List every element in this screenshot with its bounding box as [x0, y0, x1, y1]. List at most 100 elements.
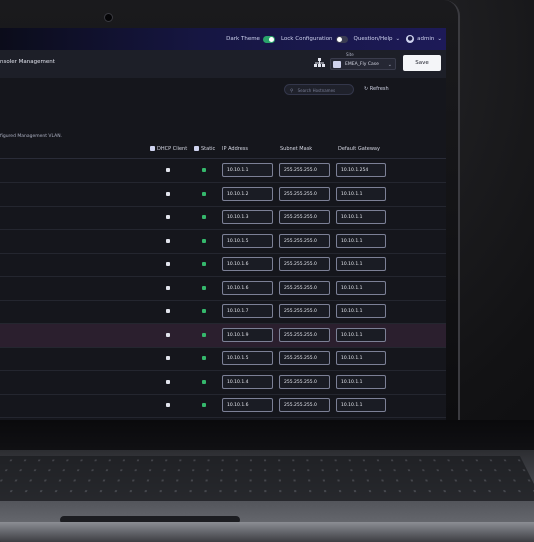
- ip-address-field[interactable]: 10.10.1.3: [222, 210, 273, 224]
- subnet-mask-field[interactable]: 255.255.255.0: [279, 186, 330, 201]
- checkbox-icon: [194, 146, 199, 151]
- default-gateway-field[interactable]: 10.10.1.1: [336, 351, 386, 365]
- default-gateway-field[interactable]: 10.10.1.1: [336, 186, 386, 201]
- screen-bezel-bottom: [0, 420, 534, 450]
- column-header-gateway: Default Gateway: [338, 146, 380, 152]
- dhcp-checkbox[interactable]: [166, 403, 170, 407]
- default-gateway-field[interactable]: 10.10.1.1: [336, 327, 386, 342]
- table-row[interactable]: 10.10.1.9 255.255.255.0 10.10.1.1: [0, 323, 446, 348]
- static-checkbox[interactable]: [202, 215, 206, 219]
- search-icon: ⚲: [290, 89, 294, 94]
- ip-address-field[interactable]: 10.10.1.6: [222, 398, 273, 412]
- subnet-mask-field[interactable]: 255.255.255.0: [279, 280, 330, 295]
- table-row[interactable]: 10.10.1.1 255.255.255.0 10.10.1.254: [0, 159, 446, 183]
- top-bar: Dark Theme Lock Configuration Question/H…: [0, 28, 446, 50]
- subnet-mask-field[interactable]: 255.255.255.0: [279, 304, 330, 318]
- static-checkbox[interactable]: [202, 238, 206, 243]
- page-title: nsoler Management: [0, 59, 55, 65]
- static-checkbox[interactable]: [202, 403, 206, 407]
- site-label: Site: [346, 52, 354, 57]
- static-checkbox[interactable]: [202, 262, 206, 266]
- dark-theme-toggle[interactable]: Dark Theme: [226, 35, 275, 43]
- table-row[interactable]: 10.10.1.5 255.255.255.0 10.10.1.1: [0, 230, 446, 254]
- refresh-icon: ↻: [364, 86, 369, 92]
- lock-configuration-toggle[interactable]: Lock Configuration: [281, 35, 348, 43]
- default-gateway-field[interactable]: 10.10.1.1: [336, 304, 386, 318]
- static-checkbox[interactable]: [202, 191, 206, 196]
- chevron-down-icon: ⌄: [437, 36, 442, 42]
- static-checkbox[interactable]: [202, 332, 206, 337]
- vlan-panel: ⚲ Search Hostnames ↻ Refresh figured Man…: [0, 78, 446, 420]
- table-row[interactable]: 10.10.1.6 255.255.255.0 10.10.1.1: [0, 253, 446, 277]
- static-checkbox[interactable]: [202, 309, 206, 313]
- help-menu[interactable]: Question/Help ⌄: [354, 36, 401, 42]
- toggle-switch-off-icon: [335, 35, 348, 43]
- ip-address-field[interactable]: 10.10.1.7: [222, 304, 273, 318]
- search-input[interactable]: ⚲ Search Hostnames: [284, 84, 354, 95]
- ip-address-field[interactable]: 10.10.1.9: [222, 327, 273, 342]
- chevron-down-icon: ⌄: [395, 36, 401, 42]
- default-gateway-field[interactable]: 10.10.1.1: [336, 374, 386, 389]
- site-value: EMEA_Fly Case: [345, 62, 379, 67]
- toggle-switch-on-icon: [262, 35, 275, 43]
- ip-address-field[interactable]: 10.10.1.5: [222, 233, 273, 248]
- subnet-mask-field[interactable]: 255.255.255.0: [279, 398, 330, 412]
- dhcp-checkbox[interactable]: [166, 262, 170, 266]
- subnet-mask-field[interactable]: 255.255.255.0: [279, 210, 330, 224]
- default-gateway-field[interactable]: 10.10.1.1: [336, 257, 386, 271]
- column-header-dhcp[interactable]: DHCP Client: [150, 144, 187, 154]
- subnet-mask-field[interactable]: 255.255.255.0: [279, 233, 330, 248]
- site-icon: [333, 61, 341, 68]
- subnet-mask-field[interactable]: 255.255.255.0: [279, 374, 330, 389]
- user-menu[interactable]: ● admin ⌄: [406, 35, 442, 43]
- dhcp-checkbox[interactable]: [166, 238, 170, 243]
- default-gateway-field[interactable]: 10.10.1.1: [336, 233, 386, 248]
- table-row[interactable]: 10.10.1.7 255.255.255.0 10.10.1.1: [0, 300, 446, 324]
- dhcp-checkbox[interactable]: [166, 356, 170, 360]
- refresh-button[interactable]: ↻ Refresh: [364, 84, 389, 95]
- static-checkbox[interactable]: [202, 285, 206, 290]
- ip-address-field[interactable]: 10.10.1.4: [222, 374, 273, 389]
- page-header: nsoler Management Site EMEA_Fly Case ⌄ S…: [0, 50, 446, 79]
- ip-address-field[interactable]: 10.10.1.1: [222, 163, 273, 177]
- column-header-static[interactable]: Static: [194, 144, 215, 154]
- dhcp-checkbox[interactable]: [166, 379, 170, 384]
- dhcp-checkbox[interactable]: [166, 191, 170, 196]
- table-row[interactable]: 10.10.1.6 255.255.255.0 10.10.1.1: [0, 277, 446, 301]
- dhcp-checkbox[interactable]: [166, 309, 170, 313]
- default-gateway-field[interactable]: 10.10.1.1: [336, 210, 386, 224]
- table-row[interactable]: 10.10.1.4 255.255.255.0 10.10.1.1: [0, 371, 446, 395]
- table-row[interactable]: 10.10.1.3 255.255.255.0 10.10.1.1: [0, 206, 446, 230]
- network-topology-icon: [314, 58, 325, 67]
- checkbox-icon: [150, 146, 155, 151]
- subnet-mask-field[interactable]: 255.255.255.0: [279, 257, 330, 271]
- search-placeholder: Search Hostnames: [297, 88, 336, 93]
- table-row[interactable]: 10.10.1.5 255.255.255.0 10.10.1.1: [0, 347, 446, 371]
- webcam: [104, 13, 113, 22]
- static-checkbox[interactable]: [202, 379, 206, 384]
- subnet-mask-field[interactable]: 255.255.255.0: [279, 327, 330, 342]
- static-checkbox[interactable]: [202, 356, 206, 360]
- dhcp-checkbox[interactable]: [166, 168, 170, 172]
- static-checkbox[interactable]: [202, 168, 206, 172]
- ip-address-field[interactable]: 10.10.1.6: [222, 257, 273, 271]
- default-gateway-field[interactable]: 10.10.1.1: [336, 280, 386, 295]
- ip-address-field[interactable]: 10.10.1.6: [222, 280, 273, 295]
- default-gateway-field[interactable]: 10.10.1.1: [336, 398, 386, 412]
- avatar-icon: ●: [406, 35, 415, 43]
- column-header-ip: IP Address: [222, 146, 248, 152]
- site-select[interactable]: EMEA_Fly Case ⌄: [330, 58, 396, 70]
- column-header-mask: Subnet Mask: [280, 146, 313, 152]
- default-gateway-field[interactable]: 10.10.1.254: [336, 163, 386, 177]
- subnet-mask-field[interactable]: 255.255.255.0: [279, 163, 330, 177]
- ip-address-field[interactable]: 10.10.1.2: [222, 186, 273, 201]
- table-row[interactable]: 10.10.1.6 255.255.255.0 10.10.1.1: [0, 394, 446, 418]
- ip-address-field[interactable]: 10.10.1.5: [222, 351, 273, 365]
- table-row[interactable]: 10.10.1.2 255.255.255.0 10.10.1.1: [0, 183, 446, 207]
- refresh-label: Refresh: [369, 86, 389, 92]
- dhcp-checkbox[interactable]: [166, 332, 170, 337]
- save-button[interactable]: Save: [403, 55, 441, 71]
- dhcp-checkbox[interactable]: [166, 215, 170, 219]
- dhcp-checkbox[interactable]: [166, 285, 170, 290]
- subnet-mask-field[interactable]: 255.255.255.0: [279, 351, 330, 365]
